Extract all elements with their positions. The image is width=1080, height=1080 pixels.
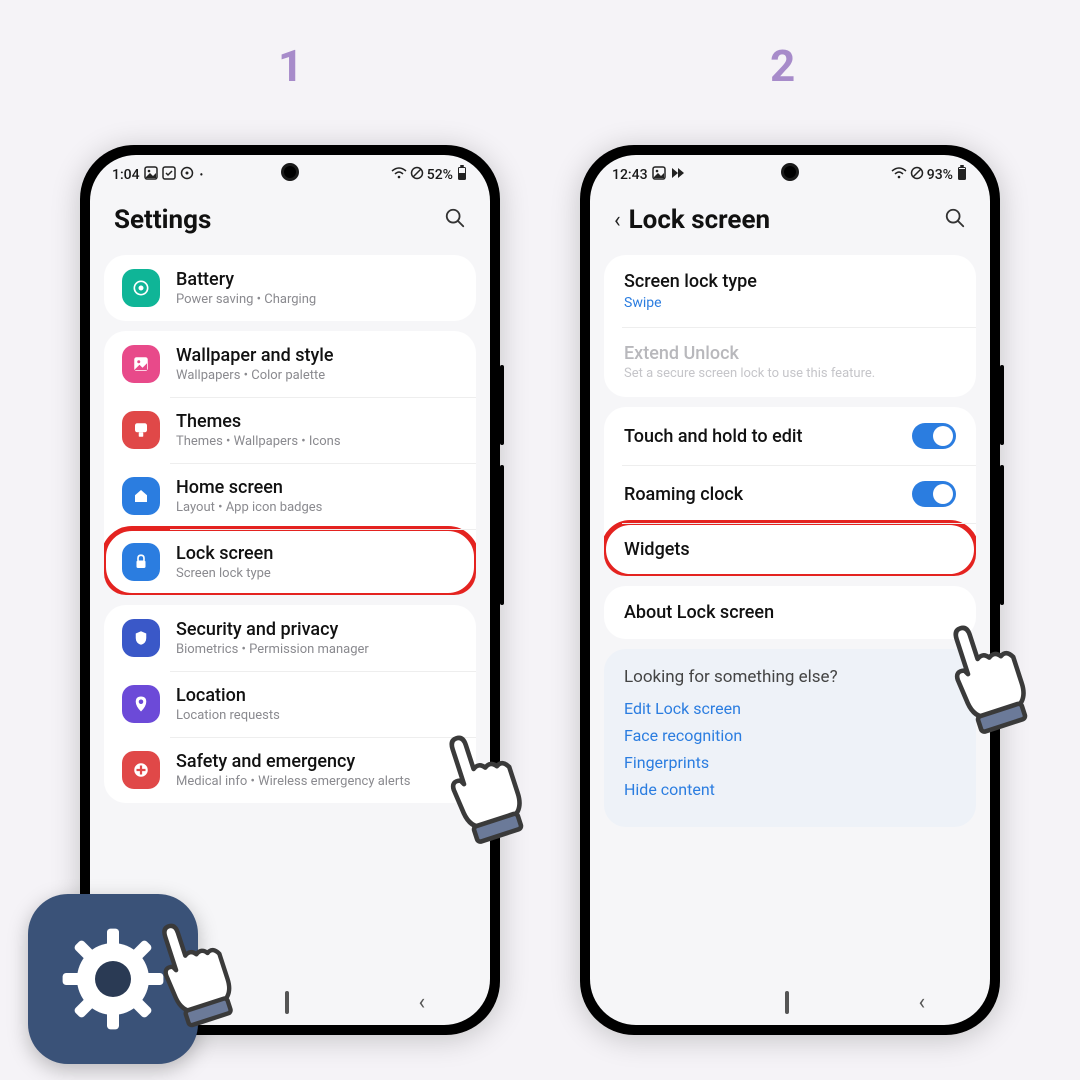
image-icon — [652, 166, 666, 184]
roaming-clock-row[interactable]: Roaming clock — [604, 465, 976, 523]
link-fingerprints[interactable]: Fingerprints — [624, 753, 956, 772]
wifi-icon — [391, 167, 407, 183]
nav-back[interactable]: ‹ — [918, 990, 925, 1015]
lock-type-group: Screen lock type Swipe Extend Unlock Set… — [604, 255, 976, 397]
search-button[interactable] — [444, 207, 466, 233]
link-hide-content[interactable]: Hide content — [624, 780, 956, 799]
target-icon — [180, 166, 194, 184]
settings-group-battery: Battery Power saving • Charging — [104, 255, 476, 321]
status-time: 1:04 — [112, 167, 140, 183]
row-title: Battery — [176, 269, 458, 290]
search-button[interactable] — [944, 207, 966, 233]
row-value: Swipe — [624, 295, 956, 311]
suggestions-heading: Looking for something else? — [624, 667, 956, 687]
row-title: Touch and hold to edit — [624, 426, 896, 447]
row-title: Lock screen — [176, 543, 458, 564]
battery-percent: 52% — [427, 167, 453, 183]
dot-icon: • — [198, 170, 204, 181]
themes-icon — [122, 411, 160, 449]
link-face-recognition[interactable]: Face recognition — [624, 726, 956, 745]
battery-icon — [956, 165, 968, 185]
row-title: Widgets — [624, 539, 956, 560]
row-title: About Lock screen — [624, 602, 956, 623]
block-icon — [910, 166, 924, 184]
row-title: Security and privacy — [176, 619, 458, 640]
row-subtitle: Screen lock type — [176, 566, 458, 581]
settings-row-themes[interactable]: Themes Themes • Wallpapers • Icons — [104, 397, 476, 463]
row-subtitle: Location requests — [176, 708, 458, 723]
settings-row-wallpaper[interactable]: Wallpaper and style Wallpapers • Color p… — [104, 331, 476, 397]
row-title: Home screen — [176, 477, 458, 498]
block-icon — [410, 166, 424, 184]
roaming-clock-toggle[interactable] — [912, 481, 956, 507]
row-title: Extend Unlock — [624, 343, 956, 364]
play-icon — [670, 166, 684, 184]
step-number-2: 2 — [770, 40, 795, 92]
row-subtitle: Wallpapers • Color palette — [176, 368, 458, 383]
front-camera — [281, 163, 299, 181]
row-title: Wallpaper and style — [176, 345, 458, 366]
safety-icon — [122, 751, 160, 789]
check-icon — [162, 166, 176, 184]
front-camera — [781, 163, 799, 181]
page-title: Lock screen — [629, 205, 770, 235]
battery-setting-icon — [122, 269, 160, 307]
row-title: Location — [176, 685, 458, 706]
battery-percent: 93% — [927, 167, 953, 183]
step-number-1: 1 — [278, 40, 303, 92]
row-title: Screen lock type — [624, 271, 956, 292]
wifi-icon — [891, 167, 907, 183]
shield-icon — [122, 619, 160, 657]
nav-home[interactable] — [785, 993, 789, 1012]
extend-unlock-row: Extend Unlock Set a secure screen lock t… — [604, 327, 976, 397]
phone-screen-2: 12:43 93% — [590, 155, 990, 1025]
row-subtitle: Set a secure screen lock to use this fea… — [624, 366, 956, 381]
settings-row-security[interactable]: Security and privacy Biometrics • Permis… — [104, 605, 476, 671]
phone-frame-2: 12:43 93% — [580, 145, 1000, 1035]
page-title: Settings — [114, 205, 211, 235]
lock-screen-header: ‹ Lock screen — [590, 189, 990, 245]
battery-icon — [456, 165, 468, 185]
row-subtitle: Layout • App icon badges — [176, 500, 458, 515]
lock-options-group: Touch and hold to edit Roaming clock Wid… — [604, 407, 976, 576]
wallpaper-icon — [122, 345, 160, 383]
widgets-row[interactable]: Widgets — [604, 523, 976, 576]
screen-lock-type-row[interactable]: Screen lock type Swipe — [604, 255, 976, 327]
touch-hold-toggle[interactable] — [912, 423, 956, 449]
row-subtitle: Themes • Wallpapers • Icons — [176, 434, 458, 449]
settings-row-battery[interactable]: Battery Power saving • Charging — [104, 255, 476, 321]
settings-row-lock-screen[interactable]: Lock screen Screen lock type — [104, 529, 476, 595]
navigation-bar: ‹ — [590, 979, 990, 1025]
lock-icon — [122, 543, 160, 581]
touch-hold-row[interactable]: Touch and hold to edit — [604, 407, 976, 465]
row-title: Themes — [176, 411, 458, 432]
home-icon — [122, 477, 160, 515]
location-icon — [122, 685, 160, 723]
row-subtitle: Power saving • Charging — [176, 292, 458, 307]
settings-row-location[interactable]: Location Location requests — [104, 671, 476, 737]
link-edit-lock-screen[interactable]: Edit Lock screen — [624, 699, 956, 718]
row-title: Roaming clock — [624, 484, 896, 505]
back-button[interactable]: ‹ — [614, 208, 621, 233]
status-time: 12:43 — [612, 167, 648, 183]
row-subtitle: Biometrics • Permission manager — [176, 642, 458, 657]
settings-group-appearance: Wallpaper and style Wallpapers • Color p… — [104, 331, 476, 595]
image-icon — [144, 166, 158, 184]
nav-back[interactable]: ‹ — [418, 990, 425, 1015]
settings-row-home-screen[interactable]: Home screen Layout • App icon badges — [104, 463, 476, 529]
settings-header: Settings — [90, 189, 490, 245]
